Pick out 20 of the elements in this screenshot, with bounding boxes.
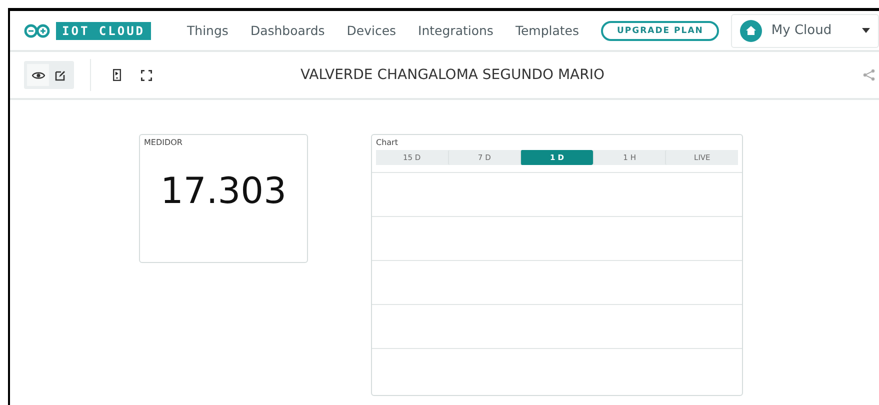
nav-link[interactable]: Devices: [346, 23, 396, 38]
nav-link[interactable]: Templates: [515, 23, 579, 38]
caret-icon: [862, 28, 870, 33]
widget-label: MEDIDOR: [144, 138, 184, 147]
eye-icon: [32, 70, 44, 80]
dashboard-title: VALVERDE CHANGALOMA SEGUNDO MARIO: [300, 67, 605, 83]
widget-label: Chart: [376, 138, 399, 147]
mode-button[interactable]: [27, 64, 49, 86]
edit-icon: [54, 70, 66, 80]
space-selector[interactable]: My Cloud: [731, 14, 879, 48]
nav-link[interactable]: Dashboards: [250, 23, 325, 38]
phone-icon[interactable]: [113, 69, 121, 81]
fullscreen-icon[interactable]: [141, 70, 152, 80]
upgrade-button[interactable]: UPGRADE PLAN: [601, 20, 720, 40]
logo-text: IOT CLOUD: [56, 22, 152, 40]
infinity-logo-icon: [24, 24, 50, 38]
nav-link[interactable]: Integrations: [418, 23, 494, 38]
home-icon: [740, 20, 762, 42]
widget-value: 17.303: [160, 171, 288, 212]
nav-link[interactable]: Things: [187, 23, 228, 38]
